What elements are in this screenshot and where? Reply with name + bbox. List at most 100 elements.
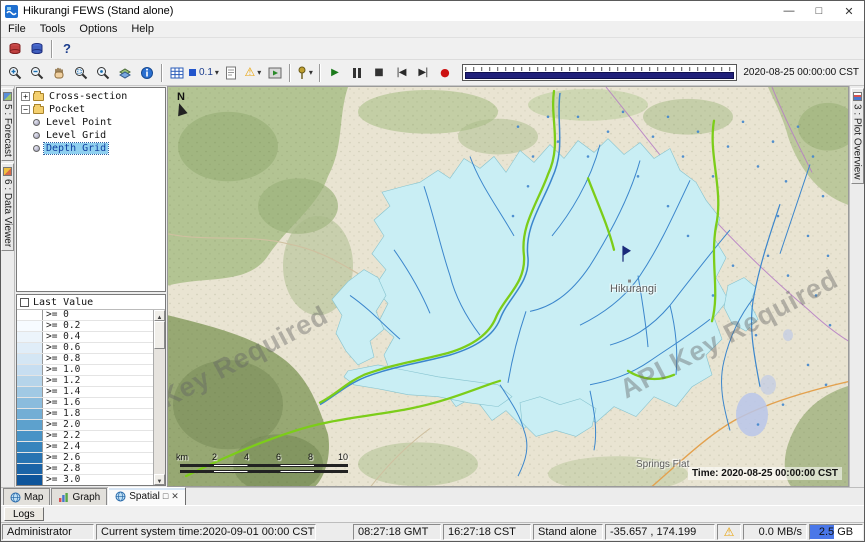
tree-item-cross-section[interactable]: Cross-section (17, 90, 165, 103)
grid-scale-dropdown[interactable]: 0.1 (188, 63, 220, 83)
logs-button[interactable]: Logs (4, 507, 44, 521)
database-blue-icon (30, 42, 44, 56)
stop-icon (374, 68, 383, 78)
pause-button[interactable] (346, 63, 368, 83)
tab-graph-label: Graph (72, 492, 100, 503)
tree-item-level-point[interactable]: Level Point (17, 116, 165, 129)
tab-data-viewer[interactable]: 6 : Data Viewer (1, 163, 14, 251)
tree-item-depth-grid[interactable]: Depth Grid (17, 142, 165, 155)
legend-row: >= 0 (17, 310, 153, 321)
expand-icon[interactable] (21, 92, 30, 101)
scale-bar-segments (180, 470, 348, 473)
grid-display-button[interactable] (166, 63, 188, 83)
step-back-button[interactable] (390, 63, 412, 83)
layers-button[interactable] (114, 63, 136, 83)
legend-swatch (17, 464, 43, 474)
last-value-checkbox[interactable] (20, 298, 29, 307)
status-spacer (318, 524, 351, 540)
zoom-box-button[interactable] (70, 63, 92, 83)
tree-label: Cross-section (47, 91, 129, 102)
tab-forecast[interactable]: 5 : Forecast (1, 88, 14, 161)
zoom-out-button[interactable] (26, 63, 48, 83)
toolbar-separator (161, 64, 163, 82)
scale-tick: 6 (276, 452, 281, 462)
tree-label-selected: Depth Grid (44, 143, 108, 154)
tree-label: Level Point (44, 117, 114, 128)
legend-panel: Last Value >= 0 >= 0.2 >= 0.4 >= 0.6 >= … (16, 294, 166, 486)
record-icon (440, 67, 450, 79)
tab-map[interactable]: Map (3, 488, 50, 505)
status-gmt-time: 08:27:18 GMT (353, 524, 441, 540)
scroll-down-button[interactable] (154, 474, 165, 485)
zoom-in-button[interactable] (4, 63, 26, 83)
tab-spatial[interactable]: Spatial (108, 487, 186, 505)
close-button[interactable]: ✕ (834, 1, 864, 21)
legend-label: >= 1.0 (43, 365, 153, 375)
menu-options[interactable]: Options (72, 22, 124, 36)
tab-graph[interactable]: Graph (51, 488, 107, 505)
legend-scrollbar[interactable] (153, 310, 165, 485)
status-warning[interactable] (717, 524, 741, 540)
timeline-ruler (465, 66, 734, 71)
right-tab-strip: 3 : Plot Overview (849, 86, 864, 487)
window-titlebar[interactable]: Hikurangi FEWS (Stand alone) — □ ✕ (1, 1, 864, 21)
status-coordinates: -35.657 , 174.199 (605, 524, 715, 540)
step-forward-icon (418, 68, 427, 78)
map-canvas[interactable]: N API Key Required API Key Required Hiku… (167, 86, 849, 487)
record-button[interactable] (434, 63, 456, 83)
menu-help[interactable]: Help (124, 22, 161, 36)
node-icon (33, 119, 40, 126)
help-button[interactable]: ? (56, 39, 78, 59)
tree-item-level-grid[interactable]: Level Grid (17, 129, 165, 142)
warning-threshold-dropdown[interactable] (242, 63, 264, 83)
folder-icon (33, 106, 44, 114)
export-database-button[interactable] (26, 39, 48, 59)
data-viewer-icon (3, 167, 12, 176)
play-button[interactable] (324, 63, 346, 83)
tree-label: Pocket (47, 104, 87, 115)
legend-row: >= 2.0 (17, 420, 153, 431)
legend-row: >= 1.2 (17, 376, 153, 387)
tab-plot-overview-label: 3 : Plot Overview (852, 104, 863, 180)
close-tab-icon[interactable] (171, 491, 179, 502)
plot-overview-icon (853, 92, 862, 101)
scroll-thumb[interactable] (154, 321, 165, 349)
scale-tick: 2 (212, 452, 217, 462)
float-panel-icon[interactable] (163, 491, 168, 502)
timeline-slider[interactable] (462, 64, 737, 81)
pan-button[interactable] (48, 63, 70, 83)
zoom-extent-button[interactable] (92, 63, 114, 83)
scale-value: 0.1 (199, 67, 213, 78)
scale-tick: 10 (338, 452, 348, 462)
info-button[interactable] (136, 63, 158, 83)
minimize-button[interactable]: — (774, 1, 804, 21)
scroll-up-button[interactable] (154, 310, 165, 321)
legend-label: >= 3.0 (43, 475, 153, 485)
legend-swatch (17, 409, 43, 419)
map-toolbar: 0.1 (1, 60, 864, 86)
collapse-icon[interactable] (21, 105, 30, 114)
tree-item-pocket[interactable]: Pocket (17, 103, 165, 116)
legend-swatch (17, 343, 43, 353)
pan-hand-icon (52, 66, 66, 80)
measure-tool-dropdown[interactable] (294, 63, 316, 83)
stop-button[interactable] (368, 63, 390, 83)
main-area: 5 : Forecast 6 : Data Viewer Cross-secti… (1, 86, 864, 487)
import-database-button[interactable] (4, 39, 26, 59)
scale-tick: 4 (244, 452, 249, 462)
timeline-bar[interactable] (465, 72, 734, 79)
scale-tick: 8 (308, 452, 313, 462)
legend-swatch (17, 420, 43, 430)
legend-label: >= 2.2 (43, 431, 153, 441)
zoom-box-icon (74, 66, 88, 80)
animation-export-button[interactable] (264, 63, 286, 83)
menu-file[interactable]: File (1, 22, 33, 36)
maximize-button[interactable]: □ (804, 1, 834, 21)
menu-tools[interactable]: Tools (33, 22, 73, 36)
legend-title: Last Value (33, 297, 93, 308)
profile-document-button[interactable] (220, 63, 242, 83)
legend-label: >= 0.4 (43, 332, 153, 342)
step-forward-button[interactable] (412, 63, 434, 83)
app-window: Hikurangi FEWS (Stand alone) — □ ✕ File … (0, 0, 865, 542)
tab-plot-overview[interactable]: 3 : Plot Overview (851, 88, 864, 184)
